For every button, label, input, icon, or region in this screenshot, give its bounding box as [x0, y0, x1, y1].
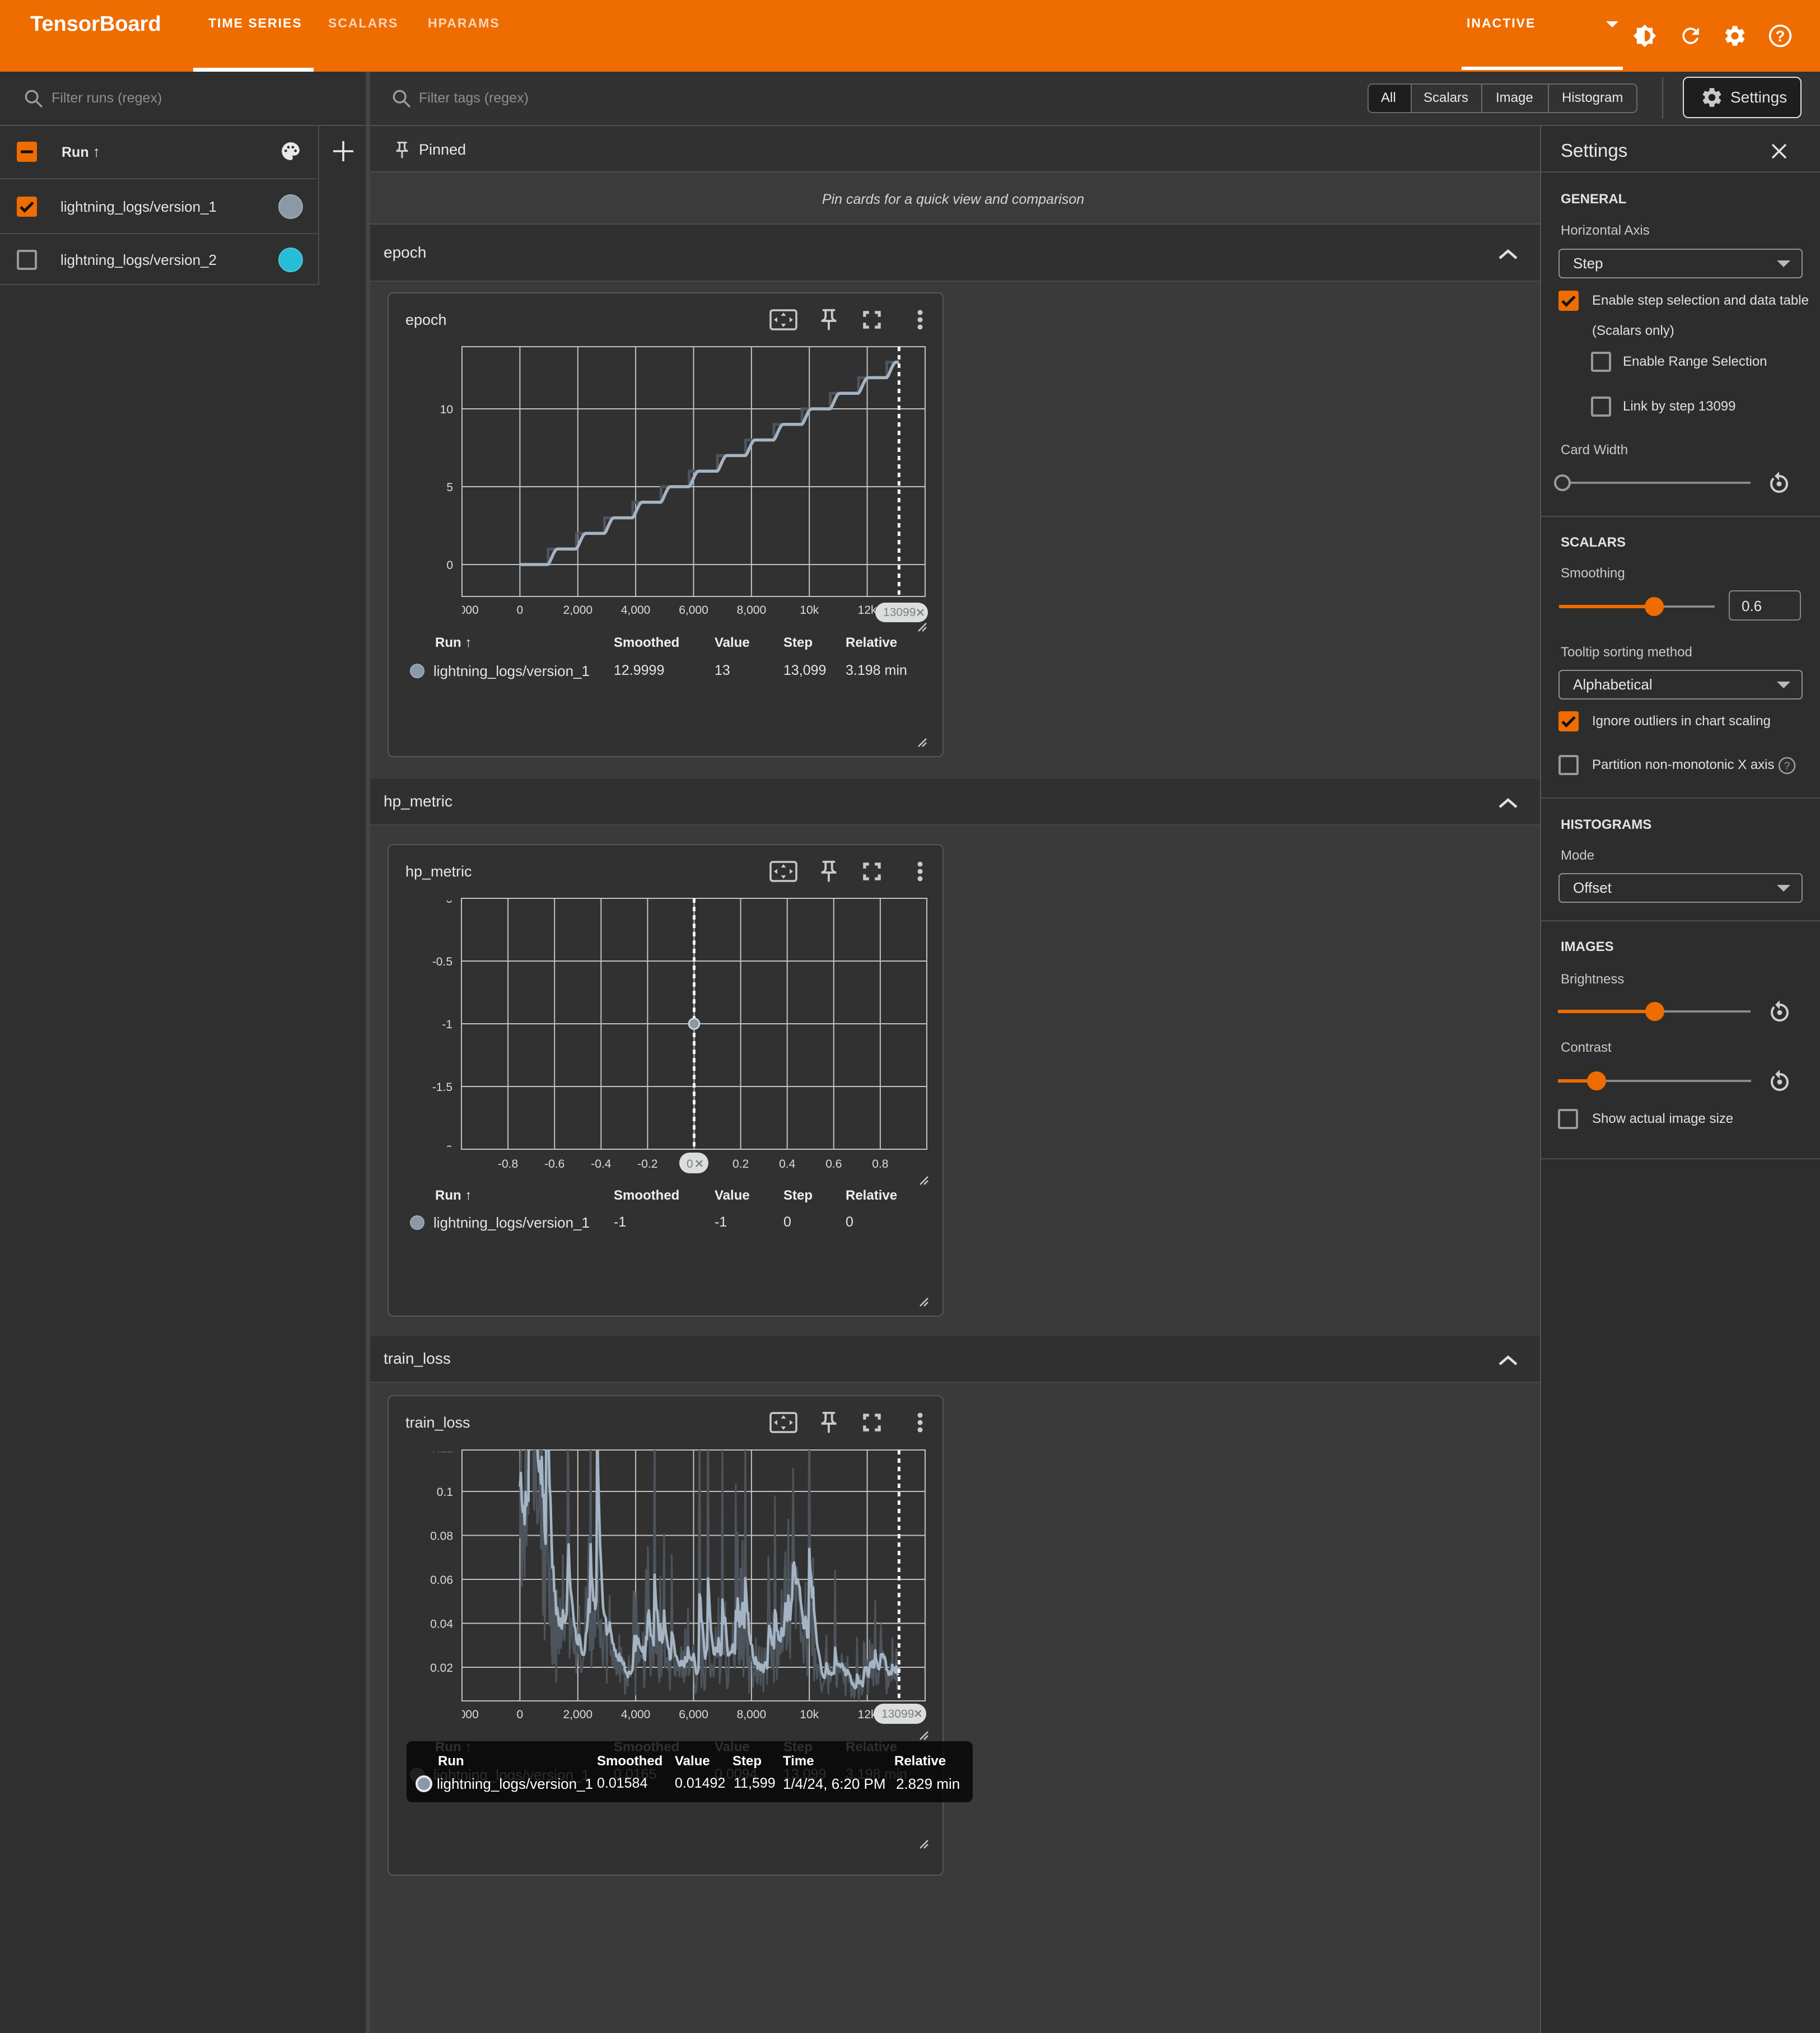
svg-text:-0.2: -0.2: [637, 1158, 657, 1171]
svg-text:0.04: 0.04: [430, 1618, 453, 1631]
svg-text:0.08: 0.08: [430, 1530, 453, 1543]
svg-text:0: 0: [446, 1706, 453, 1719]
svg-text:5: 5: [446, 481, 453, 494]
svg-text:-0.4: -0.4: [591, 1158, 612, 1171]
svg-text:10k: 10k: [800, 1708, 819, 1721]
svg-text:2,000: 2,000: [563, 1708, 593, 1721]
svg-text:8,000: 8,000: [737, 604, 767, 617]
svg-text:0: 0: [517, 1708, 524, 1721]
svg-text:0.02: 0.02: [430, 1662, 453, 1675]
svg-text:4,000: 4,000: [621, 604, 651, 617]
svg-text:0.8: 0.8: [872, 1158, 888, 1171]
svg-text:?: ?: [1784, 761, 1790, 772]
svg-text:13099: 13099: [883, 606, 916, 619]
svg-text:12k: 12k: [858, 604, 877, 617]
svg-text:4,000: 4,000: [621, 1708, 651, 1721]
svg-text:0.12: 0.12: [430, 1442, 453, 1455]
svg-text:-0.8: -0.8: [498, 1158, 518, 1171]
svg-text:-2,000: -2,000: [445, 1708, 479, 1721]
svg-text:0.6: 0.6: [825, 1158, 842, 1171]
svg-text:0: 0: [687, 1158, 693, 1171]
svg-text:0.4: 0.4: [779, 1158, 796, 1171]
svg-text:10k: 10k: [800, 604, 819, 617]
svg-text:-0.6: -0.6: [544, 1158, 564, 1171]
svg-text:0.1: 0.1: [437, 1486, 453, 1499]
svg-text:6,000: 6,000: [679, 1708, 708, 1721]
svg-text:-2,000: -2,000: [445, 604, 479, 617]
svg-text:-0.5: -0.5: [432, 955, 452, 968]
svg-text:0: 0: [517, 604, 524, 617]
svg-text:8,000: 8,000: [737, 1708, 767, 1721]
svg-text:6,000: 6,000: [679, 604, 708, 617]
svg-text:0.2: 0.2: [732, 1158, 749, 1171]
svg-text:13099: 13099: [881, 1708, 914, 1720]
svg-text:?: ?: [1776, 27, 1785, 45]
svg-text:0: 0: [446, 559, 453, 572]
svg-text:-1.5: -1.5: [432, 1081, 452, 1094]
svg-text:0.06: 0.06: [430, 1574, 453, 1587]
svg-text:0: 0: [446, 893, 452, 906]
svg-text:10: 10: [440, 403, 453, 416]
svg-text:-1: -1: [442, 1018, 452, 1031]
svg-text:-2: -2: [442, 1144, 452, 1157]
svg-text:2,000: 2,000: [563, 604, 593, 617]
